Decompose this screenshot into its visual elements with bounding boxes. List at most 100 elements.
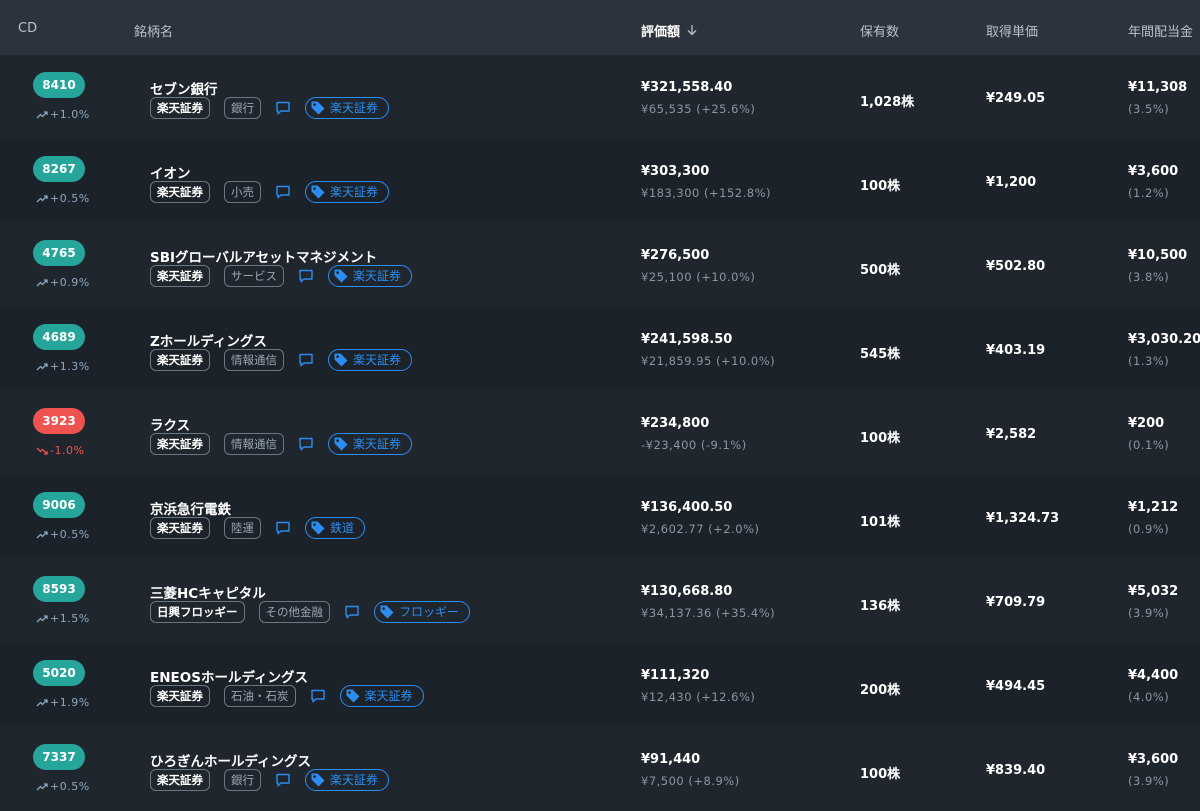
comment-icon[interactable] [298,436,314,452]
stock-name[interactable]: Zホールディングス [150,330,267,350]
table-row[interactable]: 5020 +1.9% ENEOSホールディングス 楽天証券 石油・石炭 楽天証券… [0,643,1200,727]
label-tag-text: 楽天証券 [330,773,379,787]
sector-tag: 銀行 [224,769,261,791]
valuation: ¥234,800 [641,416,710,431]
stock-tags: 楽天証券 サービス 楽天証券 [150,265,413,287]
trend-icon [36,615,48,623]
column-header-qty[interactable]: 保有数 [860,21,899,40]
column-header-value-label: 評価額 [641,25,681,40]
label-tag[interactable]: 楽天証券 [339,685,424,707]
stock-name[interactable]: SBIグローバルアセットマネジメント [150,246,377,266]
dividend-yield: (1.2%) [1128,186,1170,200]
stock-name[interactable]: ひろぎんホールディングス [150,750,311,770]
stock-code-badge[interactable]: 4689 [33,324,85,350]
label-tag[interactable]: フロッギー [374,601,471,623]
broker-tag: 楽天証券 [150,97,210,119]
table-row[interactable]: 3923 -1.0% ラクス 楽天証券 情報通信 楽天証券 ¥234,800 -… [0,391,1200,475]
stock-code-badge[interactable]: 9006 [33,492,85,518]
table-row[interactable]: 7337 +0.5% ひろぎんホールディングス 楽天証券 銀行 楽天証券 ¥91… [0,727,1200,811]
annual-dividend: ¥4,400 [1128,668,1179,683]
comment-icon[interactable] [275,184,291,200]
sector-tag: 情報通信 [224,349,284,371]
table-row[interactable]: 8267 +0.5% イオン 楽天証券 小売 楽天証券 ¥303,300 ¥18… [0,139,1200,223]
annual-dividend: ¥3,600 [1128,164,1179,179]
comment-icon[interactable] [298,352,314,368]
valuation-gain: -¥23,400 (-9.1%) [641,438,747,452]
column-header-cost[interactable]: 取得単価 [986,21,1038,40]
holding-quantity: 100株 [860,767,901,782]
holding-quantity: 200株 [860,683,901,698]
trend-icon [36,195,48,203]
stock-name[interactable]: セブン銀行 [150,78,218,98]
table-row[interactable]: 9006 +0.5% 京浜急行電鉄 楽天証券 陸運 鉄道 ¥136,400.50… [0,475,1200,559]
stock-name[interactable]: ラクス [150,414,190,434]
acquisition-price: ¥709.79 [986,595,1046,610]
comment-icon[interactable] [275,100,291,116]
sector-tag: サービス [224,265,284,287]
arrow-down-icon[interactable] [686,24,698,36]
sector-tag: その他金融 [258,601,330,623]
stock-code-badge[interactable]: 8593 [33,576,85,602]
valuation: ¥111,320 [641,668,710,683]
tag-icon [311,773,325,787]
price-change-value: +1.3% [50,360,90,373]
valuation-gain: ¥25,100 (+10.0%) [641,270,756,284]
valuation-gain: ¥21,859.95 (+10.0%) [641,354,776,368]
broker-tag: 楽天証券 [150,349,210,371]
stock-name[interactable]: イオン [150,162,191,182]
comment-icon[interactable] [275,772,291,788]
stock-code-badge[interactable]: 7337 [33,744,85,770]
valuation-gain: ¥183,300 (+152.8%) [641,186,771,200]
stock-tags: 楽天証券 小売 楽天証券 [150,181,390,203]
column-header-cd[interactable]: CD [18,21,37,36]
annual-dividend: ¥3,030.20 [1128,332,1200,347]
label-tag-text: 楽天証券 [330,185,379,199]
table-row[interactable]: 4765 +0.9% SBIグローバルアセットマネジメント 楽天証券 サービス … [0,223,1200,307]
dividend-yield: (3.8%) [1128,270,1170,284]
stock-code-badge[interactable]: 8267 [33,156,85,182]
stock-code-badge[interactable]: 8410 [33,72,85,98]
column-header-value[interactable]: 評価額 [641,21,698,40]
dividend-yield: (3.5%) [1128,102,1170,116]
dividend-yield: (3.9%) [1128,606,1170,620]
stock-name[interactable]: 三菱HCキャピタル [150,582,266,602]
price-change-value: +1.0% [50,108,90,121]
price-change: -1.0% [36,444,84,457]
label-tag-text: 楽天証券 [330,101,379,115]
table-row[interactable]: 4689 +1.3% Zホールディングス 楽天証券 情報通信 楽天証券 ¥241… [0,307,1200,391]
table-row[interactable]: 8593 +1.5% 三菱HCキャピタル 日興フロッギー その他金融 フロッギー… [0,559,1200,643]
label-tag[interactable]: 楽天証券 [305,769,390,791]
stock-name[interactable]: ENEOSホールディングス [150,666,308,686]
stock-code-badge[interactable]: 5020 [33,660,85,686]
label-tag[interactable]: 楽天証券 [328,433,413,455]
label-tag[interactable]: 楽天証券 [328,349,413,371]
annual-dividend: ¥3,600 [1128,752,1179,767]
label-tag[interactable]: 鉄道 [305,517,366,539]
label-tag[interactable]: 楽天証券 [305,97,390,119]
column-header-name[interactable]: 銘柄名 [134,21,173,40]
table-row[interactable]: 8410 +1.0% セブン銀行 楽天証券 銀行 楽天証券 ¥321,558.4… [0,55,1200,139]
price-change: +1.0% [36,108,90,121]
stock-tags: 楽天証券 情報通信 楽天証券 [150,349,413,371]
holding-quantity: 1,028株 [860,95,915,110]
dividend-yield: (4.0%) [1128,690,1170,704]
label-tag-text: 楽天証券 [353,437,402,451]
comment-icon[interactable] [275,520,291,536]
broker-tag: 楽天証券 [150,517,210,539]
acquisition-price: ¥1,200 [986,175,1037,190]
stock-code-badge[interactable]: 4765 [33,240,85,266]
comment-icon[interactable] [344,604,360,620]
stock-code-badge[interactable]: 3923 [33,408,85,434]
price-change-value: +1.9% [50,696,90,709]
column-header-dividend[interactable]: 年間配当金 [1128,21,1193,40]
tag-icon [334,353,348,367]
valuation: ¥276,500 [641,248,710,263]
comment-icon[interactable] [310,688,326,704]
dividend-yield: (0.1%) [1128,438,1170,452]
comment-icon[interactable] [298,268,314,284]
stock-name[interactable]: 京浜急行電鉄 [150,498,231,518]
label-tag[interactable]: 楽天証券 [305,181,390,203]
sector-tag: 銀行 [224,97,261,119]
label-tag[interactable]: 楽天証券 [328,265,413,287]
valuation: ¥130,668.80 [641,584,733,599]
